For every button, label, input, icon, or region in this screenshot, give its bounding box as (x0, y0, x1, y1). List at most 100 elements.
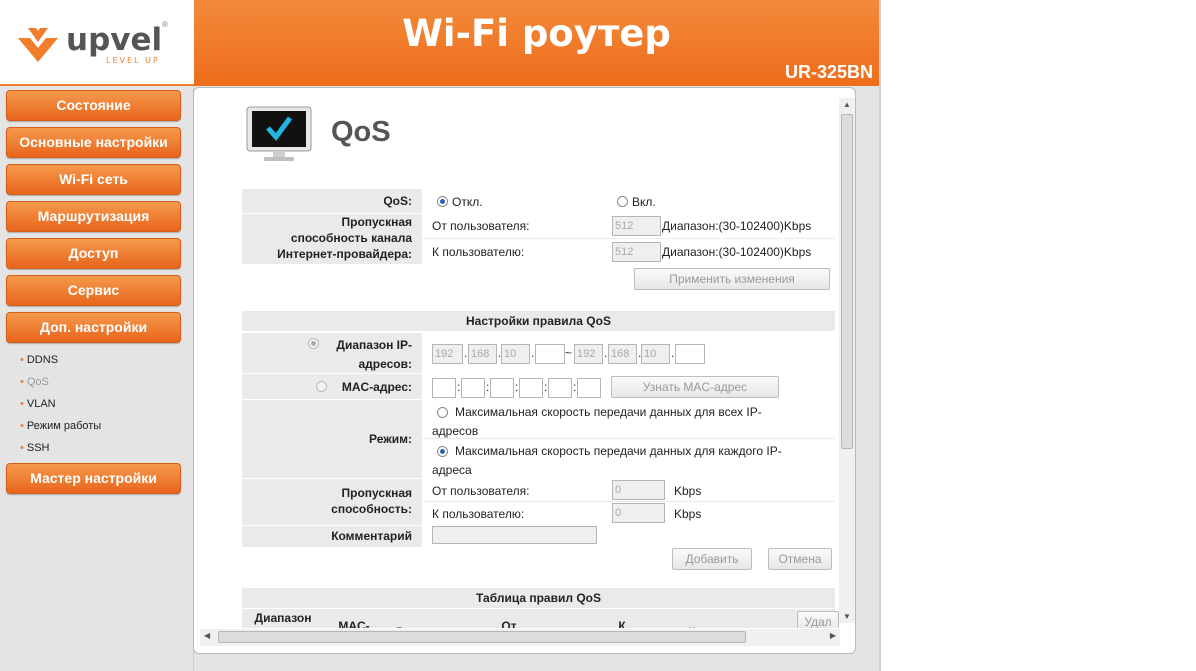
isp-to-user-input[interactable]: 512 (612, 242, 661, 262)
qos-off-radio[interactable] (437, 196, 448, 207)
isp-bandwidth-label: Пропускная способность канала Интернет-п… (277, 215, 412, 261)
header-banner: Wi-Fi роутер UR-325BN (194, 0, 879, 86)
mac-label: MAC-адрес: (341, 380, 412, 394)
ip-start-octet-1[interactable]: 192 (432, 344, 463, 364)
mode-each-radio[interactable] (437, 446, 448, 457)
rule-table-header: Таблица правил QoS (242, 588, 835, 608)
scroll-left-arrow-icon[interactable]: ◀ (204, 631, 210, 640)
menu-status-button[interactable]: Состояние (6, 90, 181, 121)
mac-byte-2[interactable] (461, 378, 485, 398)
content-frame: QoS QoS: Откл. Вкл. Пропускная способнос… (193, 87, 856, 654)
submenu-vlan[interactable]: • VLAN (20, 398, 56, 410)
qos-on-radio[interactable] (617, 196, 628, 207)
ip-end-octet-1[interactable]: 192 (574, 344, 603, 364)
menu-service-button[interactable]: Сервис (6, 275, 181, 306)
submenu-operation-mode[interactable]: • Режим работы (20, 420, 101, 432)
vertical-scroll-thumb[interactable] (841, 114, 853, 449)
router-app: upvel ® LEVEL UP Wi-Fi роутер UR-325BN С… (0, 0, 1196, 671)
rule-from-user-unit: Kbps (674, 484, 702, 498)
qos-off-label: Откл. (452, 195, 483, 209)
mode-each-text-1: Максимальная скорость передачи данных дл… (455, 444, 782, 458)
qos-page: QoS QoS: Откл. Вкл. Пропускная способнос… (194, 88, 839, 628)
submenu-qos[interactable]: • QoS (20, 376, 49, 388)
mac-colon: : (515, 380, 519, 394)
comment-input[interactable] (432, 526, 597, 544)
bullet-icon: • (20, 398, 24, 410)
menu-access-button[interactable]: Доступ (6, 238, 181, 269)
vertical-scrollbar[interactable]: ▲ ▼ (839, 98, 855, 623)
header-title: Wi-Fi роутер (402, 12, 671, 55)
submenu-ssh[interactable]: • SSH (20, 442, 49, 454)
isp-to-user-range: Диапазон:(30-102400)Kbps (662, 245, 812, 259)
mac-byte-1[interactable] (432, 378, 456, 398)
mac-byte-6[interactable] (577, 378, 601, 398)
ip-start-octet-4[interactable] (535, 344, 565, 364)
menu-wifi-button[interactable]: Wi-Fi сеть (6, 164, 181, 195)
monitor-check-icon (246, 106, 312, 161)
mac-byte-4[interactable] (519, 378, 543, 398)
column-ip-range: Диапазон IP (254, 611, 312, 628)
add-button[interactable]: Добавить (672, 548, 752, 570)
right-divider (879, 0, 881, 671)
rule-from-user-input[interactable]: 0 (612, 480, 665, 500)
rule-to-user-input[interactable]: 0 (612, 503, 665, 523)
rule-to-user-unit: Kbps (674, 507, 702, 521)
router-model: UR-325BN (784, 62, 873, 82)
logo-text: upvel (66, 22, 163, 58)
ip-start-octet-2[interactable]: 168 (468, 344, 497, 364)
isp-to-user-label: К пользователю: (432, 245, 525, 259)
mode-all-text-1: Максимальная скорость передачи данных дл… (455, 405, 762, 419)
submenu-ddns[interactable]: • DDNS (20, 354, 58, 366)
cancel-button[interactable]: Отмена (768, 548, 832, 570)
bullet-icon: • (20, 376, 24, 388)
mode-label: Режим: (369, 432, 412, 446)
logo-tagline: LEVEL UP (106, 56, 160, 65)
isp-from-user-input[interactable]: 512 (612, 216, 661, 236)
horizontal-scrollbar[interactable]: ◀ ▶ (200, 629, 840, 646)
qos-toggle-cell (422, 189, 835, 213)
apply-changes-button[interactable]: Применить изменения (634, 268, 830, 290)
rule-bandwidth-label: Пропускная способность: (331, 486, 412, 516)
rule-to-user-label: К пользователю: (432, 507, 525, 521)
ip-end-octet-3[interactable]: 10 (641, 344, 670, 364)
qos-label: QoS: (383, 194, 412, 208)
menu-advanced-button[interactable]: Доп. настройки (6, 312, 181, 343)
mode-all-radio[interactable] (437, 407, 448, 418)
upvel-logo-icon (18, 28, 58, 62)
mac-byte-5[interactable] (548, 378, 572, 398)
mac-byte-3[interactable] (490, 378, 514, 398)
horizontal-scroll-thumb[interactable] (218, 631, 746, 643)
column-comment: К (688, 625, 695, 628)
rule-table-columns (242, 609, 835, 628)
mac-colon: : (573, 380, 577, 394)
get-mac-address-button[interactable]: Узнать MAC-адрес (611, 376, 779, 398)
mode-each-text-2: адреса (432, 463, 472, 477)
scroll-up-arrow-icon[interactable]: ▲ (843, 100, 851, 109)
bullet-icon: • (20, 420, 24, 432)
scroll-right-arrow-icon[interactable]: ▶ (830, 631, 836, 640)
comment-label: Комментарий (331, 529, 412, 543)
ip-dot: . (671, 346, 675, 360)
ip-dot: . (464, 346, 468, 360)
sidebar: Состояние Основные настройки Wi-Fi сеть … (0, 86, 194, 671)
bullet-icon: • (20, 354, 24, 366)
ip-end-octet-2[interactable]: 168 (608, 344, 637, 364)
rule-from-user-label: От пользователя: (432, 484, 530, 498)
menu-routing-button[interactable]: Маршрутизация (6, 201, 181, 232)
ip-start-octet-3[interactable]: 10 (501, 344, 530, 364)
mac-colon: : (486, 380, 490, 394)
scroll-down-arrow-icon[interactable]: ▼ (843, 612, 851, 621)
column-mac: MAC- (338, 619, 370, 628)
logo-registered-mark: ® (162, 20, 168, 29)
ip-dot: . (531, 346, 535, 360)
qos-on-label: Вкл. (632, 195, 656, 209)
bullet-icon: • (20, 442, 24, 454)
ip-end-octet-4[interactable] (675, 344, 705, 364)
menu-basic-settings-button[interactable]: Основные настройки (6, 127, 181, 158)
column-mode: Р (396, 625, 404, 628)
delete-selected-button[interactable]: Удал (797, 611, 839, 628)
menu-wizard-button[interactable]: Мастер настройки (6, 463, 181, 494)
isp-from-user-label: От пользователя: (432, 219, 530, 233)
page-title: QoS (331, 116, 391, 148)
mac-colon: : (457, 380, 461, 394)
